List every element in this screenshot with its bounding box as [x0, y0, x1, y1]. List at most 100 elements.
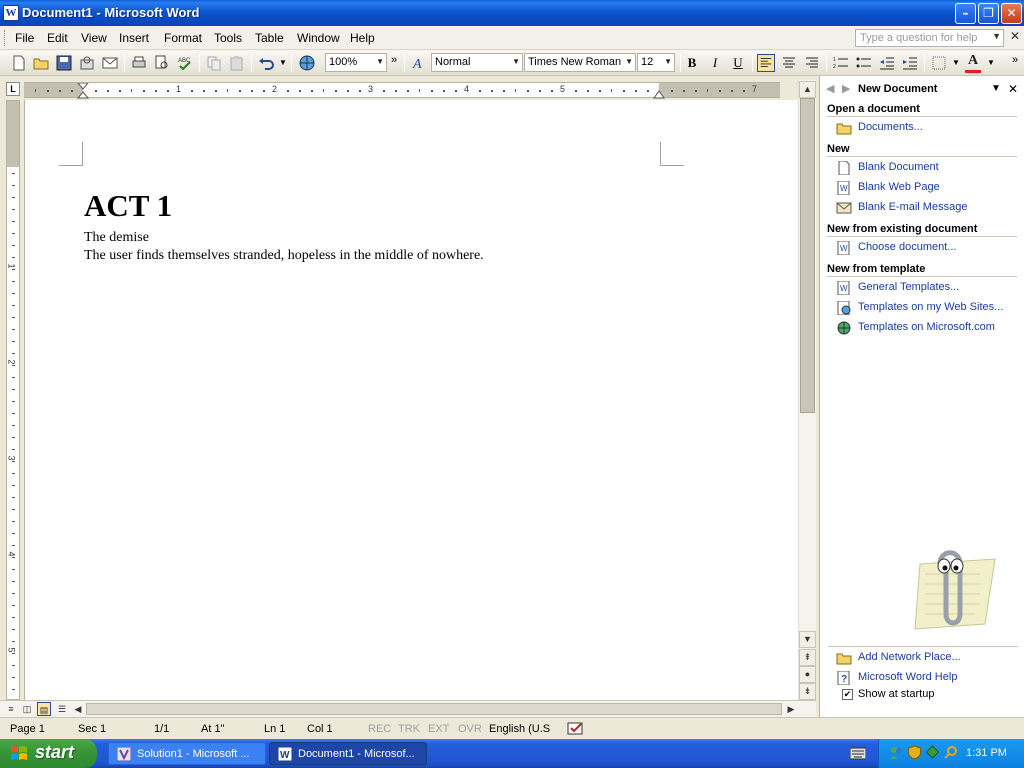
- save-icon[interactable]: [55, 54, 73, 72]
- task-pane-menu-icon[interactable]: ▼: [991, 83, 1001, 94]
- align-center-icon[interactable]: [780, 54, 798, 72]
- vertical-scrollbar[interactable]: ▲ ▼ ⇞ ● ⇟: [798, 80, 816, 700]
- style-select[interactable]: Normal ▼: [431, 53, 523, 72]
- document-line[interactable]: The user finds themselves stranded, hope…: [84, 248, 484, 264]
- link-choose-document[interactable]: Choose document...: [858, 241, 956, 253]
- increase-indent-icon[interactable]: [901, 54, 919, 72]
- menu-format[interactable]: Format: [164, 31, 202, 45]
- taskbar-item-solution1[interactable]: Solution1 - Microsoft ...: [108, 742, 266, 765]
- font-size-select[interactable]: 12 ▼: [637, 53, 675, 72]
- minimize-button[interactable]: –: [955, 3, 976, 24]
- status-ext[interactable]: EXT: [428, 723, 449, 735]
- select-browse-object-button[interactable]: ●: [799, 666, 816, 683]
- link-add-network-place[interactable]: Add Network Place...: [858, 651, 961, 663]
- new-document-icon[interactable]: [10, 54, 28, 72]
- menu-grip[interactable]: [4, 30, 7, 46]
- help-question-input[interactable]: Type a question for help ▼: [855, 29, 1004, 47]
- spelling-status-icon[interactable]: [566, 721, 586, 737]
- web-layout-view-button[interactable]: ◫: [20, 702, 34, 716]
- menu-view[interactable]: View: [81, 31, 107, 45]
- next-page-button[interactable]: ⇟: [799, 683, 816, 700]
- link-templates-microsoft[interactable]: Templates on Microsoft.com: [858, 321, 995, 333]
- chevron-down-icon[interactable]: ▼: [664, 57, 672, 66]
- spelling-icon[interactable]: ABC: [176, 54, 194, 72]
- zoom-select[interactable]: 100% ▼: [325, 53, 387, 72]
- document-page[interactable]: ACT 1 The demise The user finds themselv…: [24, 100, 798, 700]
- align-right-icon[interactable]: [803, 54, 821, 72]
- print-preview-icon[interactable]: [153, 54, 171, 72]
- chevron-down-icon[interactable]: ▼: [512, 57, 520, 66]
- office-assistant-clippy[interactable]: [900, 544, 996, 634]
- link-templates-web-sites[interactable]: Templates on my Web Sites...: [858, 301, 1003, 313]
- vertical-scroll-thumb[interactable]: [800, 98, 815, 413]
- tab-selector[interactable]: L: [6, 82, 20, 96]
- link-general-templates[interactable]: General Templates...: [858, 281, 959, 293]
- taskbar-item-document1[interactable]: W Document1 - Microsof...: [269, 742, 427, 765]
- paste-icon[interactable]: [228, 54, 246, 72]
- right-indent-marker[interactable]: [653, 89, 665, 99]
- font-color-dropdown-icon[interactable]: ▼: [987, 58, 995, 67]
- start-button[interactable]: start: [0, 739, 97, 768]
- document-heading[interactable]: ACT 1: [84, 188, 172, 224]
- task-pane-close-icon[interactable]: ✕: [1008, 82, 1018, 96]
- numbering-icon[interactable]: 12: [832, 54, 850, 72]
- outline-view-button[interactable]: ☰: [55, 702, 69, 716]
- menu-insert[interactable]: Insert: [119, 31, 149, 45]
- back-arrow-icon[interactable]: ◀: [826, 82, 834, 95]
- email-icon[interactable]: [101, 54, 119, 72]
- toolbar-options-icon[interactable]: »: [391, 54, 397, 66]
- link-blank-email-message[interactable]: Blank E-mail Message: [858, 201, 967, 213]
- italic-button[interactable]: I: [705, 54, 725, 72]
- underline-button[interactable]: U: [728, 54, 748, 72]
- font-select[interactable]: Times New Roman ▼: [524, 53, 636, 72]
- menu-window[interactable]: Window: [297, 31, 340, 45]
- menu-table[interactable]: Table: [255, 31, 284, 45]
- menu-edit[interactable]: Edit: [47, 31, 68, 45]
- show-at-startup-checkbox[interactable]: ✔: [842, 689, 853, 700]
- undo-dropdown-icon[interactable]: ▼: [279, 58, 287, 67]
- styles-formatting-icon[interactable]: A: [410, 54, 428, 72]
- chevron-down-icon[interactable]: ▼: [376, 57, 384, 66]
- network-icon[interactable]: [925, 745, 940, 760]
- link-blank-web-page[interactable]: Blank Web Page: [858, 181, 940, 193]
- bold-button[interactable]: B: [682, 54, 702, 72]
- vertical-ruler[interactable]: 1 2 3 4 5: [6, 100, 20, 700]
- permission-icon[interactable]: [78, 54, 96, 72]
- menu-help[interactable]: Help: [350, 31, 375, 45]
- chevron-down-icon[interactable]: ▼: [992, 31, 1001, 41]
- print-layout-view-button[interactable]: ▤: [37, 702, 51, 716]
- bullets-icon[interactable]: [855, 54, 873, 72]
- task-pane-title[interactable]: New Document: [858, 83, 937, 95]
- horizontal-ruler[interactable]: 1 2 3 4 5 7: [24, 82, 780, 99]
- first-line-indent-marker[interactable]: [77, 83, 89, 99]
- security-shield-icon[interactable]: [907, 745, 922, 760]
- document-line[interactable]: The demise: [84, 230, 149, 246]
- link-word-help[interactable]: Microsoft Word Help: [858, 671, 957, 683]
- keyboard-icon[interactable]: [850, 747, 866, 760]
- search-icon[interactable]: [943, 745, 958, 760]
- word-app-icon[interactable]: W: [3, 5, 19, 21]
- scroll-right-button[interactable]: ▶: [784, 702, 798, 716]
- link-blank-document[interactable]: Blank Document: [858, 161, 939, 173]
- open-folder-icon[interactable]: [32, 54, 50, 72]
- status-trk[interactable]: TRK: [398, 723, 420, 735]
- menu-file[interactable]: File: [15, 31, 34, 45]
- decrease-indent-icon[interactable]: [878, 54, 896, 72]
- scroll-left-button[interactable]: ◀: [71, 702, 85, 716]
- normal-view-button[interactable]: ≡: [4, 702, 18, 716]
- close-button[interactable]: ✕: [1001, 3, 1022, 24]
- previous-page-button[interactable]: ⇞: [799, 649, 816, 666]
- status-ovr[interactable]: OVR: [458, 723, 482, 735]
- borders-dropdown-icon[interactable]: ▼: [952, 58, 960, 67]
- restore-button[interactable]: ❐: [978, 3, 999, 24]
- status-rec[interactable]: REC: [368, 723, 391, 735]
- borders-icon[interactable]: [930, 54, 948, 72]
- forward-arrow-icon[interactable]: ▶: [842, 82, 850, 95]
- close-document-icon[interactable]: ✕: [1010, 29, 1020, 43]
- align-left-icon[interactable]: [757, 54, 775, 72]
- horizontal-scrollbar[interactable]: ≡ ◫ ▤ ☰ ◀ ▶: [0, 700, 816, 717]
- link-documents[interactable]: Documents...: [858, 121, 923, 133]
- clock[interactable]: 1:31 PM: [966, 747, 1007, 759]
- status-language[interactable]: English (U.S: [489, 723, 550, 735]
- font-color-icon[interactable]: A: [965, 53, 981, 73]
